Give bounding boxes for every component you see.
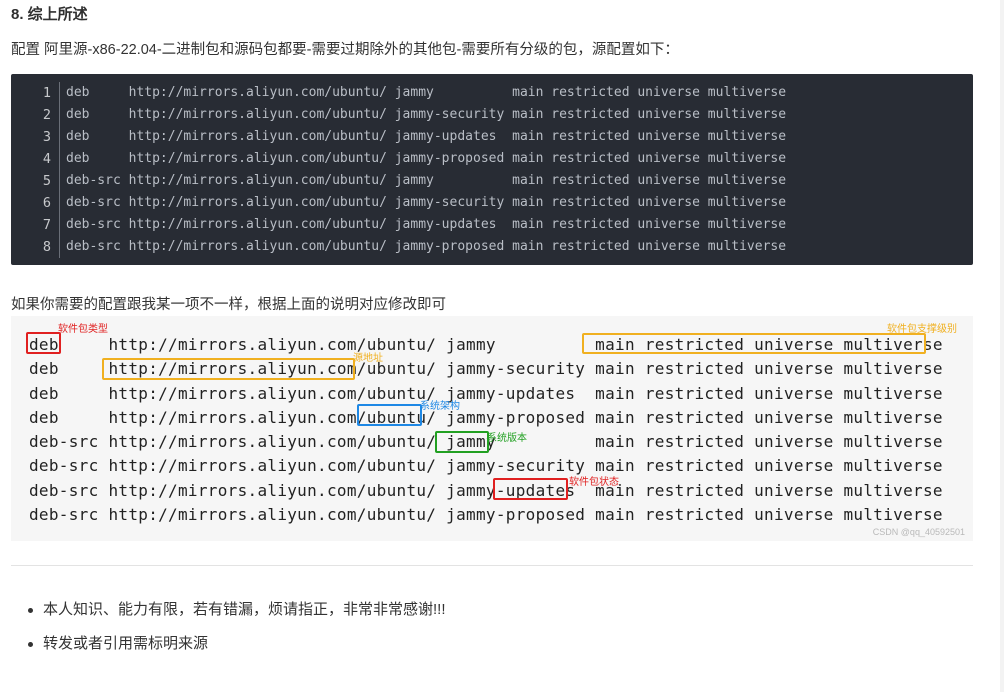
list-item-text: 本人知识、能力有限，若有错漏，烦请指正，非常非常感谢!!! <box>43 601 446 618</box>
line-number: 5 <box>42 173 51 189</box>
line-number: 7 <box>42 217 51 233</box>
line-number-gutter: 1 2 3 4 5 6 7 8 <box>11 82 60 258</box>
line-number: 1 <box>42 85 51 101</box>
support-level-label: 软件包支撑级别 <box>887 324 957 335</box>
code-block: 1 2 3 4 5 6 7 8 deb http://mirrors.aliyu… <box>11 74 973 265</box>
annotated-config-image: deb http://mirrors.aliyun.com/ubuntu/ ja… <box>11 316 973 541</box>
url-label: 源地址 <box>353 353 383 364</box>
bullet-dot-icon <box>28 642 33 647</box>
version-label: 系统版本 <box>487 433 527 444</box>
package-type-highlight <box>26 332 61 354</box>
bullet-list: 本人知识、能力有限，若有错漏，烦请指正，非常非常感谢!!! 转发或者引用需标明来… <box>28 599 446 667</box>
line-number: 6 <box>42 195 51 211</box>
annotated-line: deb-src http://mirrors.aliyun.com/ubuntu… <box>29 505 943 525</box>
code-line[interactable]: deb-src http://mirrors.aliyun.com/ubuntu… <box>66 192 786 214</box>
support-level-highlight <box>582 333 926 354</box>
list-item: 转发或者引用需标明来源 <box>28 633 446 667</box>
watermark: CSDN @qq_40592501 <box>872 527 965 537</box>
arch-highlight <box>357 404 422 426</box>
list-item: 本人知识、能力有限，若有错漏，烦请指正，非常非常感谢!!! <box>28 599 446 633</box>
code-line[interactable]: deb-src http://mirrors.aliyun.com/ubuntu… <box>66 214 786 236</box>
line-number: 2 <box>42 107 51 123</box>
status-label: 软件包状态 <box>569 477 619 488</box>
line-number: 3 <box>42 129 51 145</box>
line-number: 8 <box>42 239 51 255</box>
version-highlight <box>435 431 489 453</box>
url-highlight <box>102 358 355 380</box>
bullet-dot-icon <box>28 608 33 613</box>
annotated-line: deb-src http://mirrors.aliyun.com/ubuntu… <box>29 480 943 500</box>
package-type-label: 软件包类型 <box>58 324 108 335</box>
line-number: 4 <box>42 151 51 167</box>
page-scrollbar[interactable] <box>1000 0 1004 692</box>
code-line[interactable]: deb-src http://mirrors.aliyun.com/ubuntu… <box>66 236 786 258</box>
status-highlight <box>493 478 568 500</box>
code-line[interactable]: deb http://mirrors.aliyun.com/ubuntu/ ja… <box>66 126 786 148</box>
code-line[interactable]: deb http://mirrors.aliyun.com/ubuntu/ ja… <box>66 148 786 170</box>
intro-text: 配置 阿里源-x86-22.04-二进制包和源码包都要-需要过期除外的其他包-需… <box>11 42 679 58</box>
code-line[interactable]: deb-src http://mirrors.aliyun.com/ubuntu… <box>66 170 786 192</box>
list-item-text: 转发或者引用需标明来源 <box>43 635 209 652</box>
divider <box>11 565 973 566</box>
code-line[interactable]: deb http://mirrors.aliyun.com/ubuntu/ ja… <box>66 104 786 126</box>
section-heading: 8. 综上所述 <box>11 6 88 23</box>
annotated-line: deb http://mirrors.aliyun.com/ubuntu/ ja… <box>29 407 943 427</box>
annotated-line: deb http://mirrors.aliyun.com/ubuntu/ ja… <box>29 383 943 403</box>
arch-label: 系统架构 <box>420 401 460 412</box>
code-lines[interactable]: deb http://mirrors.aliyun.com/ubuntu/ ja… <box>66 82 786 258</box>
annotated-line: deb-src http://mirrors.aliyun.com/ubuntu… <box>29 456 943 476</box>
code-line[interactable]: deb http://mirrors.aliyun.com/ubuntu/ ja… <box>66 82 786 104</box>
note-text: 如果你需要的配置跟我某一项不一样，根据上面的说明对应修改即可 <box>11 297 446 313</box>
